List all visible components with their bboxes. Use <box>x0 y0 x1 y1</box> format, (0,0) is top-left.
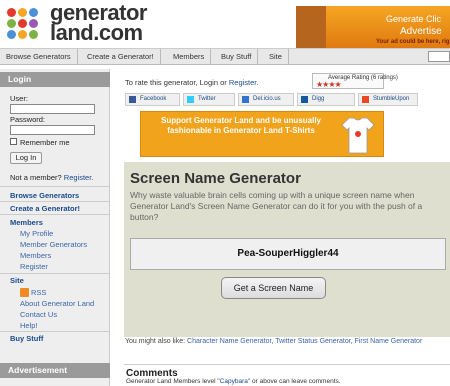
also-prefix: You might also like: <box>125 338 186 345</box>
rate-register-link[interactable]: Register. <box>229 78 259 87</box>
also-link-first-name[interactable]: First Name Generator <box>355 338 423 345</box>
rate-prefix: To rate this generator, <box>125 78 198 87</box>
digg-icon <box>301 96 308 103</box>
nav-browse-generators[interactable]: Browse Generators <box>0 49 78 64</box>
rating-stars-icon: ★★★★ <box>316 80 342 89</box>
nav-members[interactable]: Members <box>167 49 212 64</box>
rate-or: or <box>220 78 227 87</box>
not-member-text: Not a member? Register. <box>10 173 93 182</box>
sidebar-member-generators[interactable]: Member Generators <box>20 240 87 249</box>
site-header: generator land.com Generate Clic Adverti… <box>0 0 450 48</box>
share-delicious-button[interactable]: Del.icio.us <box>238 93 294 106</box>
sidebar-create-generator[interactable]: Create a Generator! <box>10 204 80 213</box>
share-twitter-button[interactable]: Twitter <box>183 93 235 106</box>
comments-note: Generator Land Members level "Capybara" … <box>126 378 341 385</box>
share-label: Digg <box>312 96 325 102</box>
register-link[interactable]: Register. <box>64 173 94 182</box>
sidebar-divider <box>0 273 110 274</box>
ad-line-1: Generate Clic <box>386 14 442 24</box>
advertisement-header: Advertisement <box>0 363 110 378</box>
top-banner-ad[interactable]: Generate Clic Advertise Your ad could be… <box>296 6 450 48</box>
comments-prefix: Generator Land Members level <box>126 378 216 385</box>
comments-divider <box>124 364 450 365</box>
comments-suffix: or above can leave comments. <box>252 378 341 385</box>
sidebar-register[interactable]: Register <box>20 262 48 271</box>
sidebar-site-header[interactable]: Site <box>10 276 24 285</box>
ad-image <box>296 6 326 48</box>
sidebar: Login User: Password: Remember me Log In… <box>0 69 110 386</box>
generated-result: Pea-SouperHiggler44 <box>130 238 446 270</box>
sidebar-members[interactable]: Members <box>20 251 51 260</box>
share-label: Del.icio.us <box>253 96 281 102</box>
comments-level-link[interactable]: "Capybara" <box>217 378 250 385</box>
logo-dot <box>18 8 27 17</box>
delicious-icon <box>242 96 249 103</box>
logo-dot <box>29 19 38 28</box>
rate-login-link[interactable]: Login <box>200 78 218 87</box>
user-label: User: <box>10 94 28 103</box>
sidebar-contact[interactable]: Contact Us <box>20 310 57 319</box>
main-nav: Browse Generators Create a Generator! Me… <box>0 48 450 65</box>
tshirt-ad-banner[interactable]: Support Generator Land and be unusually … <box>140 111 384 157</box>
logo-line-2: land.com <box>50 20 143 45</box>
share-facebook-button[interactable]: Facebook <box>125 93 180 106</box>
logo-dot <box>7 30 16 39</box>
nav-create-generator[interactable]: Create a Generator! <box>81 49 161 64</box>
share-stumbleupon-button[interactable]: StumbleUpon <box>358 93 418 106</box>
twitter-icon <box>187 96 194 103</box>
sidebar-my-profile[interactable]: My Profile <box>20 229 53 238</box>
share-label: StumbleUpon <box>373 96 410 102</box>
logo-dot <box>29 30 38 39</box>
rate-prompt: To rate this generator, Login or Registe… <box>125 78 258 87</box>
sidebar-help[interactable]: Help! <box>20 321 38 330</box>
share-digg-button[interactable]: Digg <box>297 93 355 106</box>
not-member-label: Not a member? <box>10 173 62 182</box>
logo-dot <box>7 19 16 28</box>
share-label: Twitter <box>198 96 216 102</box>
sidebar-members-header[interactable]: Members <box>10 218 43 227</box>
get-screen-name-button[interactable]: Get a Screen Name <box>221 277 326 299</box>
also-like: You might also like: Character Name Gene… <box>125 338 423 345</box>
nav-buy-stuff[interactable]: Buy Stuff <box>215 49 259 64</box>
logo-dot <box>7 8 16 17</box>
nav-site[interactable]: Site <box>263 49 289 64</box>
login-button[interactable]: Log In <box>10 152 42 164</box>
stumbleupon-icon <box>362 96 369 103</box>
average-rating: Average Rating (6 ratings) ★★★★ <box>312 73 398 89</box>
user-input[interactable] <box>10 104 95 114</box>
login-header: Login <box>0 72 110 87</box>
sidebar-divider <box>0 186 110 187</box>
rss-icon[interactable] <box>20 288 29 297</box>
ad-line-2: Advertise <box>400 26 442 37</box>
logo-dots-icon[interactable] <box>7 8 47 48</box>
sidebar-divider <box>0 214 110 215</box>
sidebar-buy-stuff[interactable]: Buy Stuff <box>10 334 43 343</box>
logo-dot <box>29 8 38 17</box>
generator-title: Screen Name Generator <box>130 170 301 187</box>
sidebar-divider <box>0 331 110 332</box>
logo-dot <box>18 30 27 39</box>
sidebar-rss[interactable]: RSS <box>31 288 46 297</box>
sidebar-divider <box>0 201 110 202</box>
logo-dot <box>18 19 27 28</box>
remember-label: Remember me <box>20 138 70 147</box>
password-input[interactable] <box>10 125 95 135</box>
tshirt-ad-text: Support Generator Land and be unusually … <box>160 116 321 135</box>
also-link-character[interactable]: Character Name Generator <box>187 338 271 345</box>
ad-line-3: Your ad could be here, rig <box>376 39 450 45</box>
tshirt-icon <box>341 117 375 154</box>
share-label: Facebook <box>140 96 167 102</box>
also-link-twitter[interactable]: Twitter Status Generator <box>275 338 350 345</box>
generator-panel: Screen Name Generator Why waste valuable… <box>124 162 450 337</box>
password-label: Password: <box>10 115 46 124</box>
nav-search-input[interactable] <box>428 51 450 62</box>
facebook-icon <box>129 96 136 103</box>
site-logo[interactable]: generator land.com <box>50 2 147 45</box>
sidebar-browse-generators[interactable]: Browse Generators <box>10 191 79 200</box>
generator-description: Why waste valuable brain cells coming up… <box>130 190 423 222</box>
remember-checkbox[interactable] <box>10 138 17 145</box>
sidebar-about[interactable]: About Generator Land <box>20 299 94 308</box>
